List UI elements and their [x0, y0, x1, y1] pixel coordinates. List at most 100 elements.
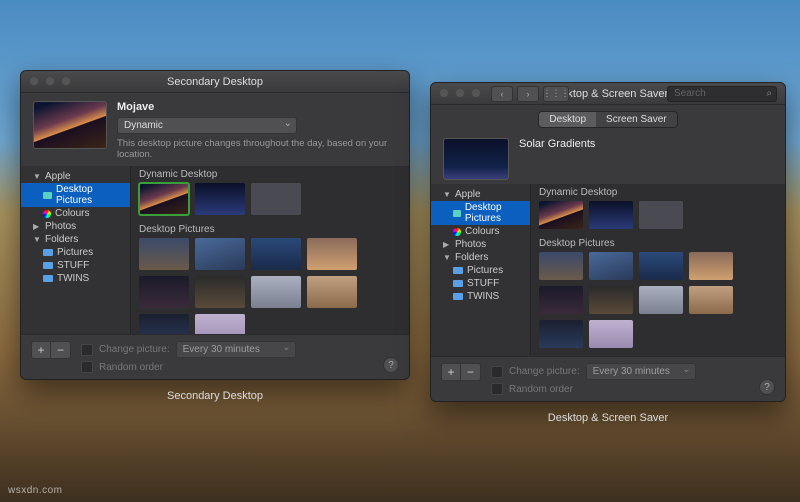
- section-dynamic-desktop: Dynamic Desktop: [131, 166, 409, 183]
- sidebar-group-photos[interactable]: ▶Photos: [431, 238, 530, 251]
- thumbnail-solar[interactable]: [195, 183, 245, 215]
- sidebar-item-stuff[interactable]: STUFF: [431, 277, 530, 290]
- dynamic-select[interactable]: Dynamic: [117, 117, 297, 134]
- thumbnail[interactable]: [639, 286, 683, 314]
- watermark: wsxdn.com: [8, 485, 63, 496]
- search-input[interactable]: Search: [667, 86, 777, 102]
- titlebar[interactable]: ‹ › ⋮⋮⋮ Desktop & Screen Saver Search: [431, 83, 785, 105]
- thumbnail[interactable]: [589, 252, 633, 280]
- sidebar-item-colours[interactable]: Colours: [431, 225, 530, 238]
- thumbnail[interactable]: [195, 314, 245, 334]
- thumbnail[interactable]: [589, 286, 633, 314]
- sidebar-item-twins[interactable]: TWINS: [21, 272, 130, 285]
- change-picture-checkbox[interactable]: [81, 344, 93, 356]
- help-button[interactable]: ?: [759, 379, 775, 395]
- upper-panel: Mojave Dynamic This desktop picture chan…: [21, 93, 409, 166]
- footer: + − Change picture: Every 30 minutes Ran…: [21, 334, 409, 379]
- add-folder-button[interactable]: +: [441, 363, 461, 381]
- thumbnail-mojave[interactable]: [139, 183, 189, 215]
- thumbnail[interactable]: [689, 252, 733, 280]
- chevron-right-icon[interactable]: ▶: [33, 222, 41, 231]
- thumbnail[interactable]: [139, 276, 189, 308]
- close-icon[interactable]: [439, 88, 449, 98]
- sidebar-item-colours[interactable]: Colours: [21, 207, 130, 220]
- folder-icon: [453, 293, 463, 300]
- sidebar-item-pictures[interactable]: Pictures: [431, 264, 530, 277]
- chevron-down-icon[interactable]: ▼: [33, 172, 41, 181]
- thumbnail-mojave[interactable]: [539, 201, 583, 229]
- folder-icon: [43, 262, 53, 269]
- chevron-right-icon[interactable]: ▶: [443, 240, 451, 249]
- footer: + − Change picture: Every 30 minutes Ran…: [431, 356, 785, 401]
- change-picture-label: Change picture:: [509, 366, 580, 377]
- sidebar-item-twins[interactable]: TWINS: [431, 290, 530, 303]
- thumbnail[interactable]: [639, 201, 683, 229]
- color-wheel-icon: [453, 228, 461, 236]
- minimize-icon[interactable]: [45, 76, 55, 86]
- folder-icon: [43, 192, 52, 199]
- window-caption: Desktop & Screen Saver: [430, 412, 786, 424]
- thumbnail[interactable]: [639, 252, 683, 280]
- change-picture-checkbox[interactable]: [491, 366, 503, 378]
- titlebar[interactable]: Secondary Desktop: [21, 71, 409, 93]
- close-icon[interactable]: [29, 76, 39, 86]
- thumbnail[interactable]: [589, 320, 633, 348]
- folder-icon: [453, 280, 463, 287]
- random-order-checkbox[interactable]: [81, 361, 93, 373]
- thumbnail[interactable]: [251, 183, 301, 215]
- zoom-icon[interactable]: [61, 76, 71, 86]
- zoom-icon[interactable]: [471, 88, 481, 98]
- remove-folder-button[interactable]: −: [51, 341, 71, 359]
- thumbnail-solar[interactable]: [589, 201, 633, 229]
- content-area: Dynamic Desktop Desktop Pictures: [131, 166, 409, 334]
- remove-folder-button[interactable]: −: [461, 363, 481, 381]
- sidebar-item-desktop-pictures[interactable]: Desktop Pictures: [431, 201, 530, 225]
- thumbnail[interactable]: [539, 286, 583, 314]
- sidebar-item-pictures[interactable]: Pictures: [21, 246, 130, 259]
- thumbnail[interactable]: [689, 286, 733, 314]
- chevron-down-icon[interactable]: ▼: [33, 235, 41, 244]
- thumbnail[interactable]: [195, 238, 245, 270]
- back-button[interactable]: ‹: [491, 86, 513, 102]
- tab-desktop[interactable]: Desktop: [539, 112, 596, 127]
- sidebar: ▼Apple Desktop Pictures Colours ▶Photos …: [431, 184, 531, 356]
- sidebar-item-desktop-pictures[interactable]: Desktop Pictures: [21, 183, 130, 207]
- random-order-label: Random order: [509, 384, 573, 395]
- section-dynamic-desktop: Dynamic Desktop: [531, 184, 785, 201]
- sidebar-group-folders[interactable]: ▼Folders: [21, 233, 130, 246]
- color-wheel-icon: [43, 210, 51, 218]
- thumbnail[interactable]: [251, 276, 301, 308]
- wallpaper-name: Mojave: [117, 101, 397, 113]
- thumbnail[interactable]: [139, 314, 189, 334]
- help-button[interactable]: ?: [383, 357, 399, 373]
- chevron-down-icon[interactable]: ▼: [443, 190, 451, 199]
- desktop-screensaver-window: ‹ › ⋮⋮⋮ Desktop & Screen Saver Search De…: [430, 82, 786, 402]
- thumbnail[interactable]: [251, 238, 301, 270]
- sidebar-item-stuff[interactable]: STUFF: [21, 259, 130, 272]
- sidebar-group-apple[interactable]: ▼Apple: [21, 170, 130, 183]
- sidebar-group-folders[interactable]: ▼Folders: [431, 251, 530, 264]
- thumbnail[interactable]: [307, 238, 357, 270]
- change-picture-interval[interactable]: Every 30 minutes: [586, 363, 696, 380]
- grid-button[interactable]: ⋮⋮⋮: [543, 86, 569, 102]
- chevron-down-icon[interactable]: ▼: [443, 253, 451, 262]
- tab-screensaver[interactable]: Screen Saver: [596, 112, 677, 127]
- random-order-label: Random order: [99, 362, 163, 373]
- thumbnail[interactable]: [307, 276, 357, 308]
- folder-icon: [43, 275, 53, 282]
- sidebar-group-photos[interactable]: ▶Photos: [21, 220, 130, 233]
- minimize-icon[interactable]: [455, 88, 465, 98]
- sidebar: ▼Apple Desktop Pictures Colours ▶Photos …: [21, 166, 131, 334]
- change-picture-interval[interactable]: Every 30 minutes: [176, 341, 296, 358]
- sidebar-group-apple[interactable]: ▼Apple: [431, 188, 530, 201]
- thumbnail[interactable]: [195, 276, 245, 308]
- forward-button[interactable]: ›: [517, 86, 539, 102]
- wallpaper-name: Solar Gradients: [519, 138, 773, 150]
- thumbnail[interactable]: [539, 252, 583, 280]
- thumbnail[interactable]: [139, 238, 189, 270]
- folder-icon: [453, 267, 463, 274]
- folder-icon: [43, 249, 53, 256]
- add-folder-button[interactable]: +: [31, 341, 51, 359]
- random-order-checkbox[interactable]: [491, 383, 503, 395]
- thumbnail[interactable]: [539, 320, 583, 348]
